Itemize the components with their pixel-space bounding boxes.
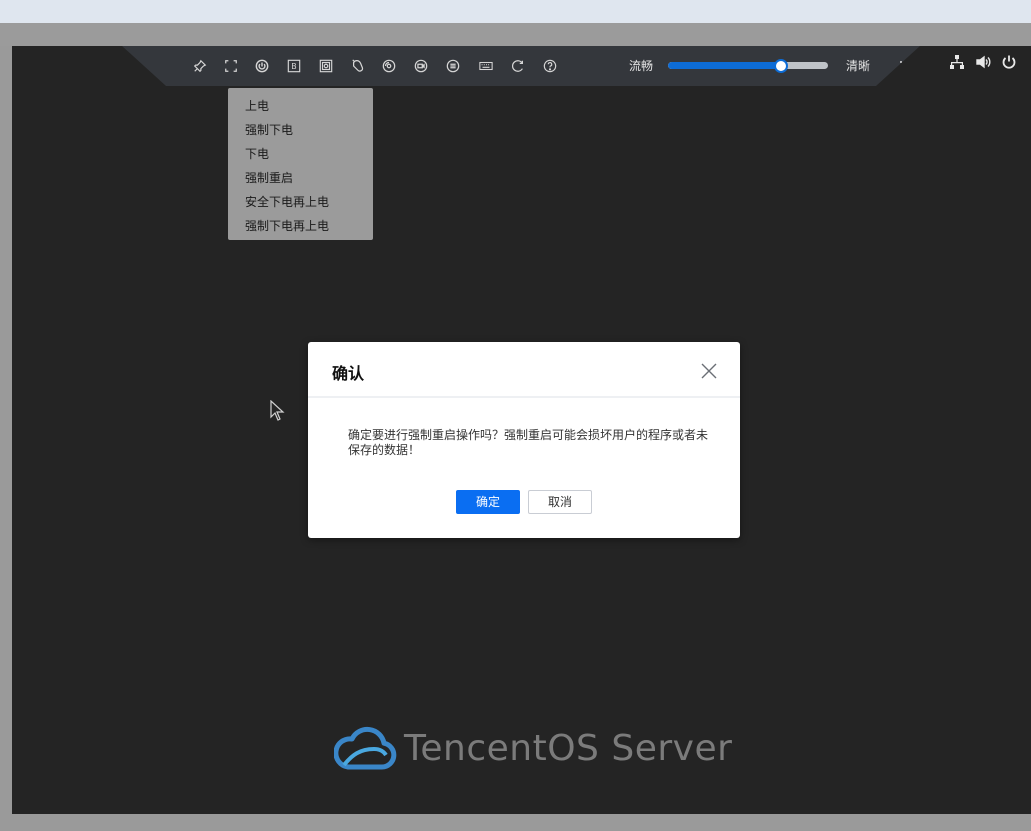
cloud-logo-icon — [334, 726, 397, 770]
volume-icon[interactable] — [973, 53, 993, 71]
help-icon[interactable] — [542, 58, 558, 74]
keyboard-icon[interactable] — [478, 58, 494, 74]
browser-top-bar — [0, 0, 1031, 23]
status-icons — [947, 53, 1019, 71]
quality-slider-fill — [668, 62, 780, 69]
menu-item-force-power-cycle[interactable]: 强制下电再上电 — [228, 214, 373, 238]
dialog-title: 确认 — [332, 364, 365, 383]
cancel-button[interactable]: 取消 — [528, 490, 592, 514]
confirm-dialog: 确认 确定要进行强制重启操作吗？强制重启可能会损坏用户的程序或者未保存的数据！ … — [308, 342, 740, 538]
menu-item-power-on[interactable]: 上电 — [228, 94, 373, 118]
quality-slider-handle[interactable] — [774, 59, 788, 73]
quality-slider-track[interactable] — [668, 62, 828, 69]
screenshot-icon[interactable] — [318, 58, 334, 74]
boot-icon[interactable]: B — [286, 58, 302, 74]
network-icon[interactable] — [947, 53, 967, 71]
menu-list-icon[interactable] — [445, 58, 461, 74]
toolbar-separator-dot — [900, 61, 902, 63]
power-dropdown-menu: 上电 强制下电 下电 强制重启 安全下电再上电 强制下电再上电 — [228, 88, 373, 240]
page-gap — [0, 23, 1031, 46]
dialog-message: 确定要进行强制重启操作吗？强制重启可能会损坏用户的程序或者未保存的数据！ — [348, 428, 709, 457]
menu-item-force-restart[interactable]: 强制重启 — [228, 166, 373, 190]
fullscreen-icon[interactable] — [223, 58, 239, 74]
kvm-console-screen[interactable]: B 流畅 清晰 上电 强制下电 下电 强制重启 安全下电再上电 强制下电再上电 … — [12, 46, 1031, 814]
power-icon[interactable] — [254, 58, 270, 74]
ok-button[interactable]: 确定 — [456, 490, 520, 514]
menu-item-safe-power-cycle[interactable]: 安全下电再上电 — [228, 190, 373, 214]
menu-item-force-power-off[interactable]: 强制下电 — [228, 118, 373, 142]
svg-text:B: B — [291, 62, 296, 71]
pin-icon[interactable] — [192, 58, 208, 74]
refresh-icon[interactable] — [510, 58, 526, 74]
mouse-cursor-icon — [270, 400, 285, 421]
power-status-icon[interactable] — [999, 53, 1019, 71]
dialog-divider — [308, 396, 740, 398]
kvm-toolbar: B 流畅 清晰 — [122, 46, 920, 86]
record-icon[interactable] — [413, 58, 429, 74]
quality-smooth-label: 流畅 — [629, 59, 654, 73]
quality-clear-label: 清晰 — [846, 59, 871, 73]
logo-text: TencentOS Server — [404, 727, 733, 769]
media-icon[interactable] — [381, 58, 397, 74]
close-icon[interactable] — [700, 362, 718, 380]
mouse-icon[interactable] — [350, 58, 366, 74]
tencentos-logo: TencentOS Server — [334, 722, 732, 774]
page-bottom-strip — [0, 814, 1031, 831]
menu-item-power-off[interactable]: 下电 — [228, 142, 373, 166]
